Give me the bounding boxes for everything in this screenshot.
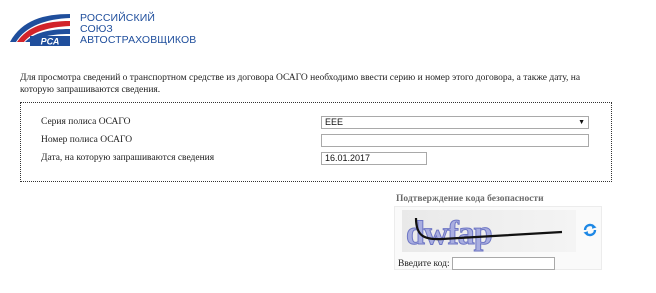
captcha-code-input[interactable] (452, 257, 555, 270)
policy-form: Серия полиса ОСАГО ЕЕЕ ▼ Номер полиса ОС… (20, 102, 612, 182)
policy-number-input[interactable] (321, 134, 589, 147)
date-row: Дата, на которую запрашиваются сведения … (21, 152, 611, 166)
series-label: Серия полиса ОСАГО (41, 117, 131, 127)
intro-line-2: которую запрашиваются сведения. (20, 85, 161, 95)
refresh-icon[interactable] (582, 222, 598, 238)
number-row: Номер полиса ОСАГО (21, 134, 611, 148)
brand-name: РОССИЙСКИЙ СОЮЗ АВТОСТРАХОВЩИКОВ (80, 13, 196, 46)
dropdown-arrow-icon: ▼ (578, 119, 585, 126)
captcha-image: dwfap (402, 210, 576, 252)
series-select-value: ЕЕЕ (325, 117, 344, 127)
date-input[interactable]: 16.01.2017 (321, 152, 427, 165)
date-label: Дата, на которую запрашиваются сведения (41, 153, 215, 163)
page: РСА РОССИЙСКИЙ СОЮЗ АВТОСТРАХОВЩИКОВ Для… (0, 0, 656, 293)
captcha-title: Подтверждение кода безопасности (396, 194, 544, 204)
series-row: Серия полиса ОСАГО ЕЕЕ ▼ (21, 116, 611, 130)
intro-line-1: Для просмотра сведений о транспортном ср… (20, 73, 581, 83)
code-label: Введите код: (398, 259, 450, 269)
logo-text: РСА (41, 37, 60, 47)
number-label: Номер полиса ОСАГО (41, 135, 133, 145)
series-select[interactable]: ЕЕЕ ▼ (321, 116, 589, 129)
brand-line-3: АВТОСТРАХОВЩИКОВ (80, 34, 197, 46)
rsa-flag-logo-icon: РСА (10, 14, 70, 47)
intro-text: Для просмотра сведений о транспортном ср… (20, 72, 620, 96)
